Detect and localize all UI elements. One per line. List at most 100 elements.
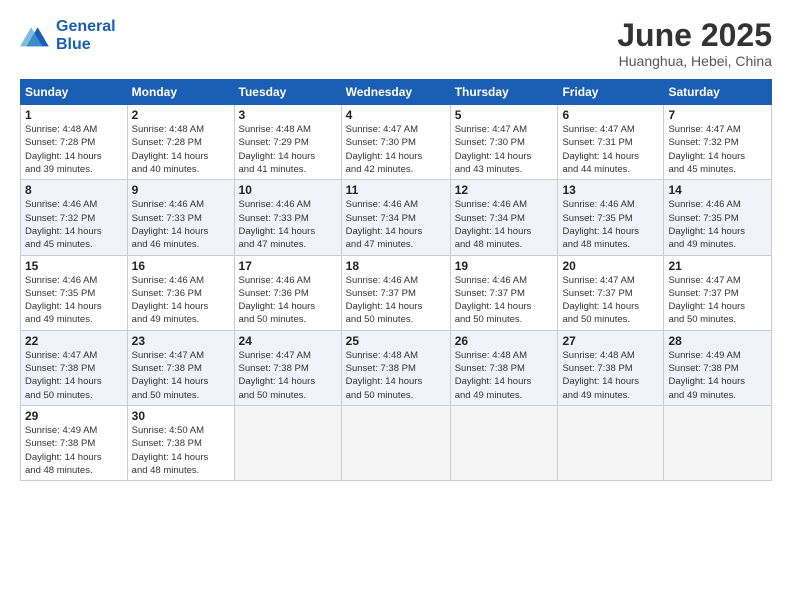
calendar-cell [558, 405, 664, 480]
day-number: 29 [25, 409, 123, 423]
day-info: Sunrise: 4:48 AM Sunset: 7:28 PM Dayligh… [132, 123, 230, 176]
day-info: Sunrise: 4:47 AM Sunset: 7:37 PM Dayligh… [562, 274, 659, 327]
calendar-cell: 21Sunrise: 4:47 AM Sunset: 7:37 PM Dayli… [664, 255, 772, 330]
calendar-cell: 14Sunrise: 4:46 AM Sunset: 7:35 PM Dayli… [664, 180, 772, 255]
calendar-cell: 1Sunrise: 4:48 AM Sunset: 7:28 PM Daylig… [21, 105, 128, 180]
day-info: Sunrise: 4:47 AM Sunset: 7:32 PM Dayligh… [668, 123, 767, 176]
day-number: 6 [562, 108, 659, 122]
calendar: Sunday Monday Tuesday Wednesday Thursday… [20, 79, 772, 481]
day-info: Sunrise: 4:50 AM Sunset: 7:38 PM Dayligh… [132, 424, 230, 477]
day-number: 7 [668, 108, 767, 122]
calendar-cell: 3Sunrise: 4:48 AM Sunset: 7:29 PM Daylig… [234, 105, 341, 180]
calendar-week-row: 1Sunrise: 4:48 AM Sunset: 7:28 PM Daylig… [21, 105, 772, 180]
day-number: 20 [562, 259, 659, 273]
day-number: 16 [132, 259, 230, 273]
calendar-cell [341, 405, 450, 480]
day-number: 21 [668, 259, 767, 273]
day-info: Sunrise: 4:48 AM Sunset: 7:28 PM Dayligh… [25, 123, 123, 176]
calendar-cell [664, 405, 772, 480]
day-info: Sunrise: 4:46 AM Sunset: 7:33 PM Dayligh… [239, 198, 337, 251]
calendar-cell: 23Sunrise: 4:47 AM Sunset: 7:38 PM Dayli… [127, 330, 234, 405]
calendar-week-row: 22 Sunrise: 4:47 AM Sunset: 7:38 PM Dayli… [21, 330, 772, 405]
calendar-cell: 25Sunrise: 4:48 AM Sunset: 7:38 PM Dayli… [341, 330, 450, 405]
day-number: 23 [132, 334, 230, 348]
header-monday: Monday [127, 80, 234, 105]
calendar-cell: 28Sunrise: 4:49 AM Sunset: 7:38 PM Dayli… [664, 330, 772, 405]
day-number: 30 [132, 409, 230, 423]
calendar-cell: 5Sunrise: 4:47 AM Sunset: 7:30 PM Daylig… [450, 105, 558, 180]
weekday-header-row: Sunday Monday Tuesday Wednesday Thursday… [21, 80, 772, 105]
calendar-cell: 9Sunrise: 4:46 AM Sunset: 7:33 PM Daylig… [127, 180, 234, 255]
day-number: 15 [25, 259, 123, 273]
subtitle: Huanghua, Hebei, China [617, 53, 772, 69]
calendar-cell: 12Sunrise: 4:46 AM Sunset: 7:34 PM Dayli… [450, 180, 558, 255]
logo: General Blue [20, 18, 116, 53]
day-number: 14 [668, 183, 767, 197]
day-number: 18 [346, 259, 446, 273]
day-info: Sunrise: 4:47 AM Sunset: 7:31 PM Dayligh… [562, 123, 659, 176]
day-number: 3 [239, 108, 337, 122]
calendar-cell: 13Sunrise: 4:46 AM Sunset: 7:35 PM Dayli… [558, 180, 664, 255]
day-number: 25 [346, 334, 446, 348]
calendar-cell: 24Sunrise: 4:47 AM Sunset: 7:38 PM Dayli… [234, 330, 341, 405]
page: General Blue June 2025 Huanghua, Hebei, … [0, 0, 792, 612]
day-number: 9 [132, 183, 230, 197]
day-info: Sunrise: 4:46 AM Sunset: 7:32 PM Dayligh… [25, 198, 123, 251]
calendar-week-row: 8Sunrise: 4:46 AM Sunset: 7:32 PM Daylig… [21, 180, 772, 255]
header-saturday: Saturday [664, 80, 772, 105]
header-sunday: Sunday [21, 80, 128, 105]
calendar-cell: 7Sunrise: 4:47 AM Sunset: 7:32 PM Daylig… [664, 105, 772, 180]
title-block: June 2025 Huanghua, Hebei, China [617, 18, 772, 69]
day-info: Sunrise: 4:47 AM Sunset: 7:30 PM Dayligh… [346, 123, 446, 176]
header: General Blue June 2025 Huanghua, Hebei, … [20, 18, 772, 69]
day-info: Sunrise: 4:49 AM Sunset: 7:38 PM Dayligh… [668, 349, 767, 402]
day-number: 1 [25, 108, 123, 122]
day-number: 5 [455, 108, 554, 122]
calendar-cell: 11Sunrise: 4:46 AM Sunset: 7:34 PM Dayli… [341, 180, 450, 255]
header-thursday: Thursday [450, 80, 558, 105]
day-number: 26 [455, 334, 554, 348]
day-number: 13 [562, 183, 659, 197]
logo-text: General Blue [56, 18, 116, 53]
calendar-cell: 20Sunrise: 4:47 AM Sunset: 7:37 PM Dayli… [558, 255, 664, 330]
day-number: 8 [25, 183, 123, 197]
header-tuesday: Tuesday [234, 80, 341, 105]
day-number: 22 [25, 334, 123, 348]
day-number: 27 [562, 334, 659, 348]
day-info: Sunrise: 4:49 AM Sunset: 7:38 PM Dayligh… [25, 424, 123, 477]
calendar-cell [234, 405, 341, 480]
day-info: Sunrise: 4:46 AM Sunset: 7:35 PM Dayligh… [668, 198, 767, 251]
day-info: Sunrise: 4:46 AM Sunset: 7:36 PM Dayligh… [132, 274, 230, 327]
day-info: Sunrise: 4:46 AM Sunset: 7:33 PM Dayligh… [132, 198, 230, 251]
main-title: June 2025 [617, 18, 772, 53]
day-info: Sunrise: 4:47 AM Sunset: 7:38 PM Dayligh… [239, 349, 337, 402]
day-info: Sunrise: 4:46 AM Sunset: 7:36 PM Dayligh… [239, 274, 337, 327]
day-info: Sunrise: 4:48 AM Sunset: 7:38 PM Dayligh… [562, 349, 659, 402]
calendar-week-row: 15Sunrise: 4:46 AM Sunset: 7:35 PM Dayli… [21, 255, 772, 330]
day-number: 4 [346, 108, 446, 122]
header-wednesday: Wednesday [341, 80, 450, 105]
day-info: Sunrise: 4:46 AM Sunset: 7:34 PM Dayligh… [346, 198, 446, 251]
day-number: 28 [668, 334, 767, 348]
calendar-cell: 19Sunrise: 4:46 AM Sunset: 7:37 PM Dayli… [450, 255, 558, 330]
calendar-cell: 18Sunrise: 4:46 AM Sunset: 7:37 PM Dayli… [341, 255, 450, 330]
calendar-cell: 16Sunrise: 4:46 AM Sunset: 7:36 PM Dayli… [127, 255, 234, 330]
day-number: 12 [455, 183, 554, 197]
calendar-cell: 4Sunrise: 4:47 AM Sunset: 7:30 PM Daylig… [341, 105, 450, 180]
day-number: 11 [346, 183, 446, 197]
day-info: Sunrise: 4:46 AM Sunset: 7:37 PM Dayligh… [346, 274, 446, 327]
calendar-cell: 10Sunrise: 4:46 AM Sunset: 7:33 PM Dayli… [234, 180, 341, 255]
day-info: Sunrise: 4:46 AM Sunset: 7:34 PM Dayligh… [455, 198, 554, 251]
calendar-cell: 15Sunrise: 4:46 AM Sunset: 7:35 PM Dayli… [21, 255, 128, 330]
day-info: Sunrise: 4:47 AM Sunset: 7:38 PM Dayligh… [132, 349, 230, 402]
day-info: Sunrise: 4:46 AM Sunset: 7:35 PM Dayligh… [25, 274, 123, 327]
day-info: Sunrise: 4:47 AM Sunset: 7:37 PM Dayligh… [668, 274, 767, 327]
calendar-cell: 30Sunrise: 4:50 AM Sunset: 7:38 PM Dayli… [127, 405, 234, 480]
day-number: 19 [455, 259, 554, 273]
calendar-cell: 27Sunrise: 4:48 AM Sunset: 7:38 PM Dayli… [558, 330, 664, 405]
calendar-cell [450, 405, 558, 480]
calendar-cell: 6Sunrise: 4:47 AM Sunset: 7:31 PM Daylig… [558, 105, 664, 180]
day-number: 2 [132, 108, 230, 122]
day-info: Sunrise: 4:48 AM Sunset: 7:29 PM Dayligh… [239, 123, 337, 176]
day-info: Sunrise: 4:46 AM Sunset: 7:37 PM Dayligh… [455, 274, 554, 327]
